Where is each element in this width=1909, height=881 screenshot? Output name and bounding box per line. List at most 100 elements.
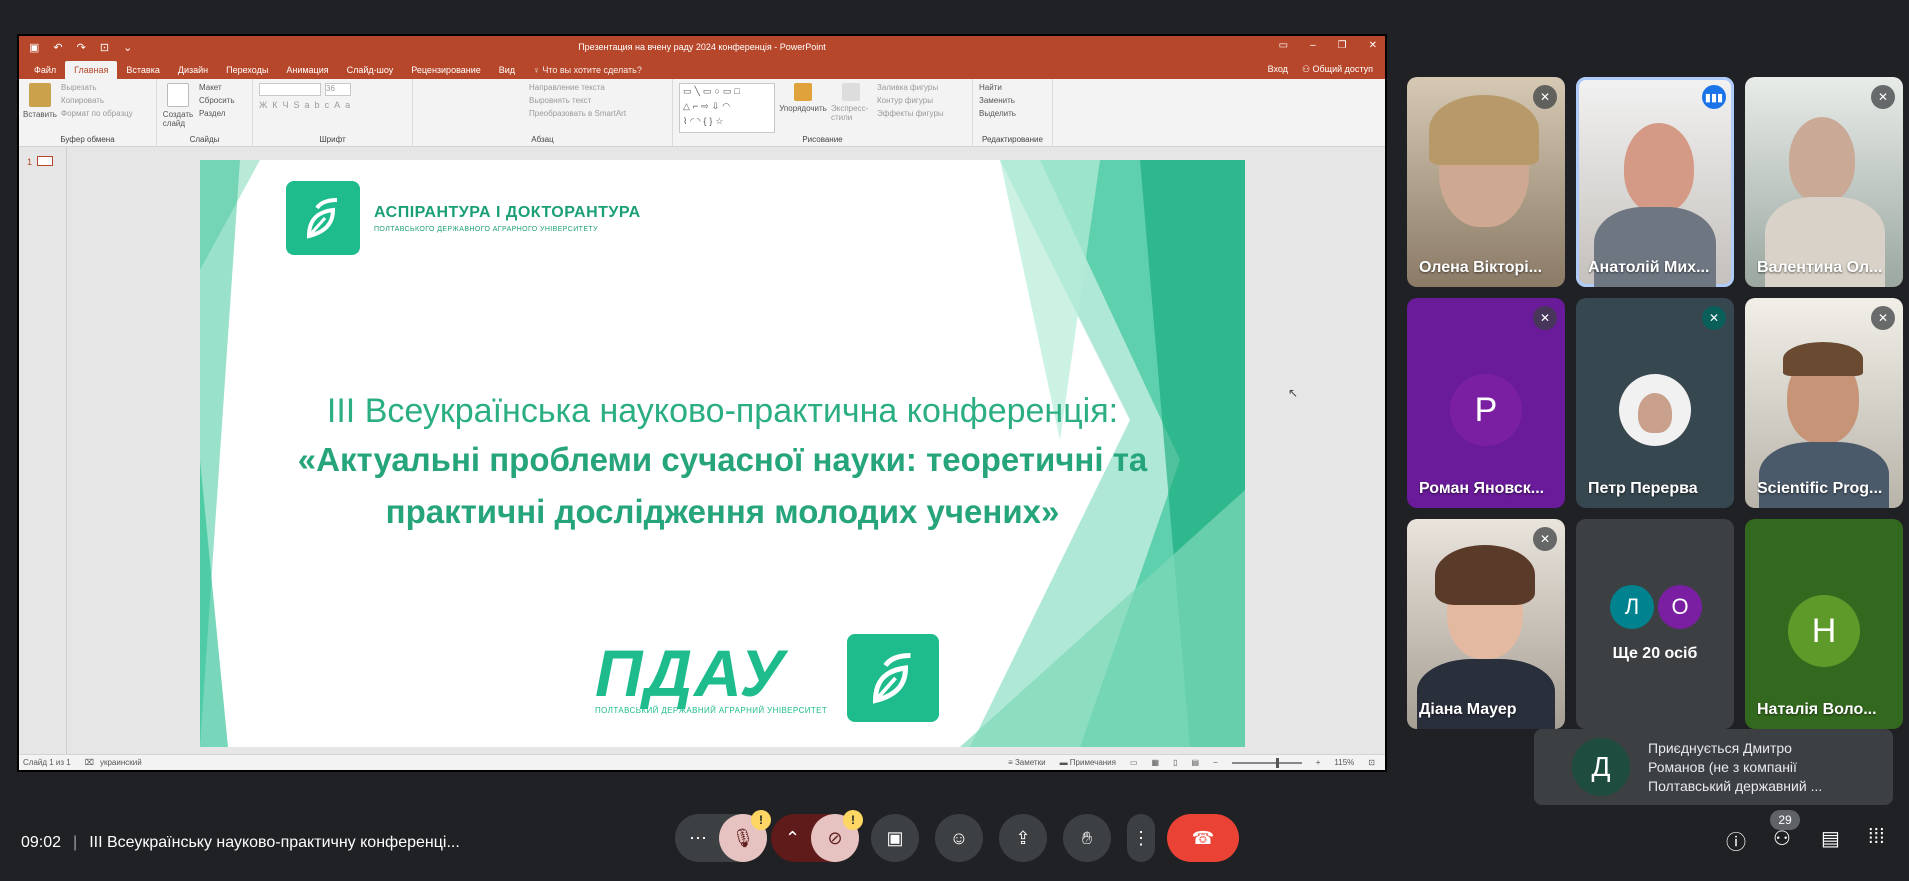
- hair: [1429, 95, 1539, 165]
- close-icon[interactable]: ✕: [1369, 40, 1377, 51]
- language-indicator[interactable]: украинский: [100, 758, 142, 767]
- participant-tile[interactable]: ✕ Scientific Prog...: [1745, 298, 1903, 508]
- participant-tile[interactable]: Р ✕ Роман Яновск...: [1407, 298, 1565, 508]
- restore-icon[interactable]: ❐: [1338, 40, 1347, 51]
- spellcheck-icon[interactable]: ⌧: [85, 758, 94, 767]
- comment-icon: ▬: [1059, 758, 1070, 767]
- tab-file[interactable]: Файл: [25, 61, 65, 79]
- thumb-number: 1: [27, 157, 33, 167]
- shapes-gallery[interactable]: ▭╲▭○▭□ △⌐⇨⇩◠ ⌇◜◝{}☆: [679, 83, 775, 133]
- font-name-input[interactable]: [259, 83, 321, 96]
- select-button[interactable]: Выделить: [979, 109, 1016, 118]
- join-notification[interactable]: Д Приєднується Дмитро Романов (не з комп…: [1534, 729, 1893, 805]
- tab-view[interactable]: Вид: [490, 61, 524, 79]
- hair: [1435, 545, 1535, 605]
- copy-button[interactable]: Копировать: [61, 96, 133, 105]
- mouse-cursor-icon: ↖: [1288, 386, 1299, 400]
- notes-button[interactable]: ≡ Заметки: [1008, 758, 1046, 767]
- zoom-level[interactable]: 115%: [1334, 758, 1354, 767]
- fit-slide-icon[interactable]: ⊡: [1368, 758, 1375, 767]
- tab-animations[interactable]: Анимация: [277, 61, 337, 79]
- quick-styles-icon: [842, 83, 860, 101]
- zoom-out-icon[interactable]: −: [1213, 758, 1218, 767]
- align-text-button[interactable]: Выровнять текст: [529, 96, 626, 105]
- participant-tile[interactable]: Н Наталія Воло...: [1745, 519, 1903, 729]
- tab-transitions[interactable]: Переходы: [217, 61, 277, 79]
- more-options-button[interactable]: ⋮: [1127, 814, 1155, 862]
- zoom-slider[interactable]: [1231, 757, 1302, 768]
- chat-icon[interactable]: ▤: [1821, 826, 1840, 851]
- slide-counter: Слайд 1 из 1: [23, 758, 71, 767]
- slideshow-view-icon[interactable]: ▤: [1192, 758, 1200, 767]
- activities-icon[interactable]: ⁞⁞⁞: [1868, 826, 1885, 849]
- tab-design[interactable]: Дизайн: [169, 61, 217, 79]
- replace-button[interactable]: Заменить: [979, 96, 1016, 105]
- ribbon-home: Вставить Вырезать Копировать Формат по о…: [19, 79, 1385, 147]
- participant-name: Scientific Prog...: [1757, 480, 1883, 497]
- more-participants-label: Ще 20 осіб: [1612, 645, 1698, 662]
- avatar: Л: [1610, 585, 1654, 629]
- meeting-title[interactable]: ІІІ Всеукраїнську науково-практичну конф…: [89, 834, 460, 852]
- more-video-options-button[interactable]: ⌃ ⊘ !: [771, 810, 863, 862]
- find-button[interactable]: Найти: [979, 83, 1016, 92]
- leave-call-button[interactable]: ☎: [1167, 814, 1239, 862]
- reset-button[interactable]: Сбросить: [199, 96, 235, 105]
- normal-view-icon[interactable]: ▭: [1130, 758, 1138, 767]
- shape-outline-button[interactable]: Контур фигуры: [877, 96, 944, 105]
- camera-toggle-button[interactable]: ⊘ !: [811, 810, 863, 862]
- participant-video: [1624, 123, 1694, 213]
- reading-view-icon[interactable]: ▯: [1173, 758, 1177, 767]
- meet-control-bar: 09:02 | ІІІ Всеукраїнську науково-практи…: [0, 810, 1909, 874]
- tab-review[interactable]: Рецензирование: [402, 61, 490, 79]
- section-button[interactable]: Раздел: [199, 109, 235, 118]
- comments-button[interactable]: ▬ Примечания: [1060, 758, 1116, 767]
- group-paragraph: Направление текста Выровнять текст Преоб…: [413, 79, 673, 146]
- participant-name: Валентина Ол...: [1757, 259, 1883, 276]
- present-button[interactable]: ⇪: [999, 814, 1047, 862]
- font-size-input[interactable]: 36: [325, 83, 351, 96]
- participant-tile[interactable]: ✕ Петр Перерва: [1576, 298, 1734, 508]
- participant-name: Анатолій Мих...: [1588, 259, 1710, 276]
- format-painter-button[interactable]: Формат по образцу: [61, 109, 133, 118]
- smartart-button[interactable]: Преобразовать в SmartArt: [529, 109, 626, 118]
- meeting-details-icon[interactable]: ⓘ: [1726, 826, 1746, 855]
- mic-toggle-button[interactable]: 🎙︎ !: [719, 810, 771, 862]
- tab-home[interactable]: Главная: [65, 61, 118, 79]
- participant-tile[interactable]: ▮▮▮ Анатолій Мих...: [1576, 77, 1734, 287]
- slide-thumbnail[interactable]: [37, 156, 53, 166]
- shape-fill-button[interactable]: Заливка фигуры: [877, 83, 944, 92]
- minimize-icon[interactable]: –: [1310, 40, 1316, 51]
- raise-hand-button[interactable]: ✋︎: [1063, 814, 1111, 862]
- present-screen-icon: ⇪: [1015, 827, 1031, 848]
- layout-button[interactable]: Макет: [199, 83, 235, 92]
- share-button[interactable]: ⚇ Общий доступ: [1302, 64, 1373, 75]
- zoom-in-icon[interactable]: +: [1316, 758, 1321, 767]
- captions-button[interactable]: ▣: [871, 814, 919, 862]
- more-audio-options-button[interactable]: ⋯ 🎙︎ !: [675, 810, 771, 862]
- clock: 09:02: [21, 834, 62, 851]
- ppt-ribbon-tabs: Файл Главная Вставка Дизайн Переходы Ани…: [19, 59, 1385, 79]
- ribbon-options-icon[interactable]: ▭: [1279, 40, 1288, 51]
- tab-slideshow[interactable]: Слайд-шоу: [338, 61, 403, 79]
- pdau-logo: ПДАУ ПОЛТАВСЬКИЙ ДЕРЖАВНИЙ АГРАРНИЙ УНІВ…: [595, 634, 940, 722]
- tell-me-search[interactable]: ♀ Что вы хотите сделать?: [524, 61, 651, 79]
- mic-off-icon: ✕: [1871, 306, 1895, 330]
- participant-tile[interactable]: ✕ Олена Вікторі...: [1407, 77, 1565, 287]
- more-participants-tile[interactable]: Л О Ще 20 осіб: [1576, 519, 1734, 729]
- sign-in-link[interactable]: Вход: [1268, 64, 1288, 75]
- logo-title: АСПІРАНТУРА І ДОКТОРАНТУРА: [374, 203, 641, 221]
- cut-button[interactable]: Вырезать: [61, 83, 133, 92]
- shape-effects-button[interactable]: Эффекты фигуры: [877, 109, 944, 118]
- mic-off-icon: ✕: [1533, 527, 1557, 551]
- mic-off-icon: ✕: [1871, 85, 1895, 109]
- sprout-logo-icon-large: [847, 634, 940, 722]
- text-direction-button[interactable]: Направление текста: [529, 83, 626, 92]
- reactions-button[interactable]: ☺: [935, 814, 983, 862]
- sorter-view-icon[interactable]: ▦: [1152, 758, 1160, 767]
- font-format-buttons[interactable]: ЖКЧSabcAa: [259, 100, 355, 110]
- tab-insert[interactable]: Вставка: [117, 61, 168, 79]
- avatar: Н: [1788, 595, 1860, 667]
- participant-tile[interactable]: ✕ Валентина Ол...: [1745, 77, 1903, 287]
- participant-tile[interactable]: ✕ Діана Мауер: [1407, 519, 1565, 729]
- participant-video: [1789, 117, 1855, 203]
